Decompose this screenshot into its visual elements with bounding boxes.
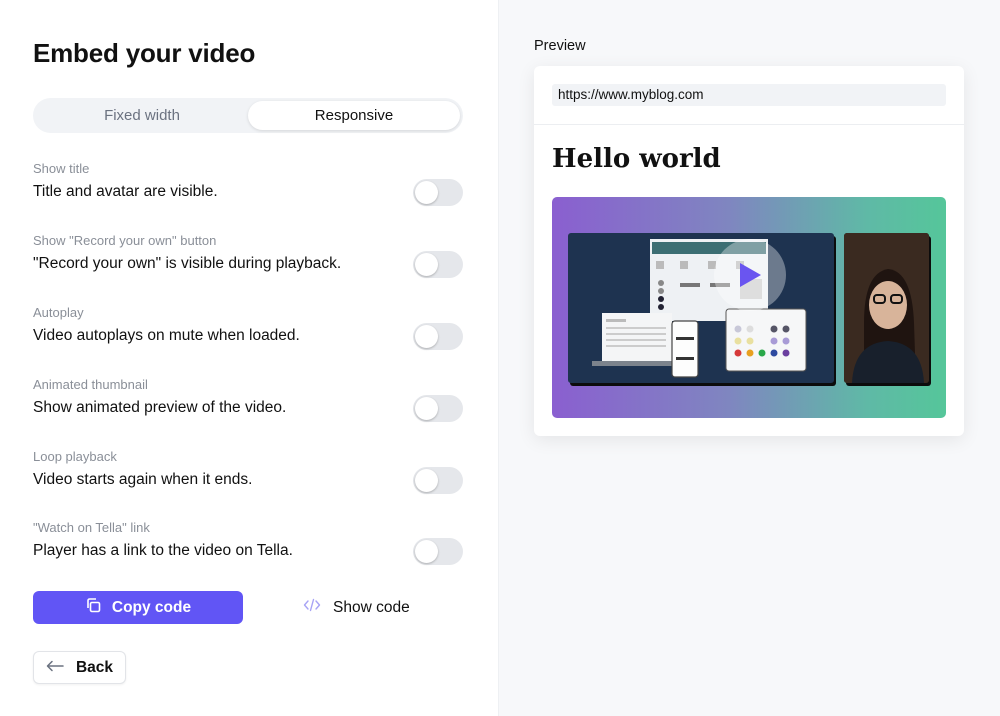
toggle-knob bbox=[415, 469, 438, 492]
toggle-knob bbox=[415, 397, 438, 420]
show-code-button[interactable]: Show code bbox=[303, 591, 410, 624]
option-description: Video autoplays on mute when loaded. bbox=[33, 327, 300, 344]
option-animated-thumbnail: Animated thumbnail Show animated preview… bbox=[33, 377, 463, 437]
autoplay-toggle[interactable] bbox=[413, 323, 463, 350]
play-icon[interactable] bbox=[714, 239, 786, 311]
option-label: "Watch on Tella" link bbox=[33, 520, 150, 535]
option-loop-playback: Loop playback Video starts again when it… bbox=[33, 449, 463, 509]
option-watch-on-tella: "Watch on Tella" link Player has a link … bbox=[33, 520, 463, 580]
back-button[interactable]: Back bbox=[33, 651, 126, 684]
watch-on-tella-toggle[interactable] bbox=[413, 538, 463, 565]
preview-heading: Hello world bbox=[552, 144, 721, 174]
settings-panel: Embed your video Fixed width Responsive … bbox=[0, 0, 498, 716]
toggle-knob bbox=[415, 253, 438, 276]
option-label: Show "Record your own" button bbox=[33, 233, 217, 248]
preview-title: Preview bbox=[534, 38, 586, 54]
option-description: Show animated preview of the video. bbox=[33, 399, 287, 416]
code-icon bbox=[303, 598, 321, 617]
video-thumbnail-screen bbox=[568, 233, 834, 383]
option-label: Autoplay bbox=[33, 305, 84, 320]
option-record-your-own: Show "Record your own" button "Record yo… bbox=[33, 233, 463, 293]
copy-icon bbox=[85, 597, 102, 619]
option-description: Player has a link to the video on Tella. bbox=[33, 542, 293, 559]
option-description: Title and avatar are visible. bbox=[33, 183, 218, 200]
video-player[interactable] bbox=[552, 197, 946, 418]
show-code-label: Show code bbox=[333, 598, 410, 616]
option-autoplay: Autoplay Video autoplays on mute when lo… bbox=[33, 305, 463, 365]
option-description: Video starts again when it ends. bbox=[33, 471, 253, 488]
presenter-camera bbox=[844, 233, 929, 383]
width-mode-segmented-control: Fixed width Responsive bbox=[33, 98, 463, 133]
divider bbox=[534, 124, 964, 125]
record-your-own-toggle[interactable] bbox=[413, 251, 463, 278]
back-label: Back bbox=[75, 658, 114, 676]
show-title-toggle[interactable] bbox=[413, 179, 463, 206]
option-show-title: Show title Title and avatar are visible. bbox=[33, 161, 463, 221]
copy-code-button[interactable]: Copy code bbox=[33, 591, 243, 624]
loop-playback-toggle[interactable] bbox=[413, 467, 463, 494]
option-description: "Record your own" is visible during play… bbox=[33, 255, 342, 272]
url-bar: https://www.myblog.com bbox=[552, 84, 946, 106]
toggle-knob bbox=[415, 540, 438, 563]
animated-thumbnail-toggle[interactable] bbox=[413, 395, 463, 422]
option-label: Loop playback bbox=[33, 449, 117, 464]
page-title: Embed your video bbox=[33, 38, 256, 68]
copy-code-label: Copy code bbox=[111, 598, 192, 616]
option-label: Animated thumbnail bbox=[33, 377, 148, 392]
arrow-left-icon bbox=[46, 659, 64, 677]
tab-responsive[interactable]: Responsive bbox=[248, 101, 460, 130]
tab-fixed-width[interactable]: Fixed width bbox=[36, 101, 248, 130]
toggle-knob bbox=[415, 325, 438, 348]
option-label: Show title bbox=[33, 161, 90, 176]
toggle-knob bbox=[415, 181, 438, 204]
preview-card: https://www.myblog.com Hello world bbox=[534, 66, 964, 436]
